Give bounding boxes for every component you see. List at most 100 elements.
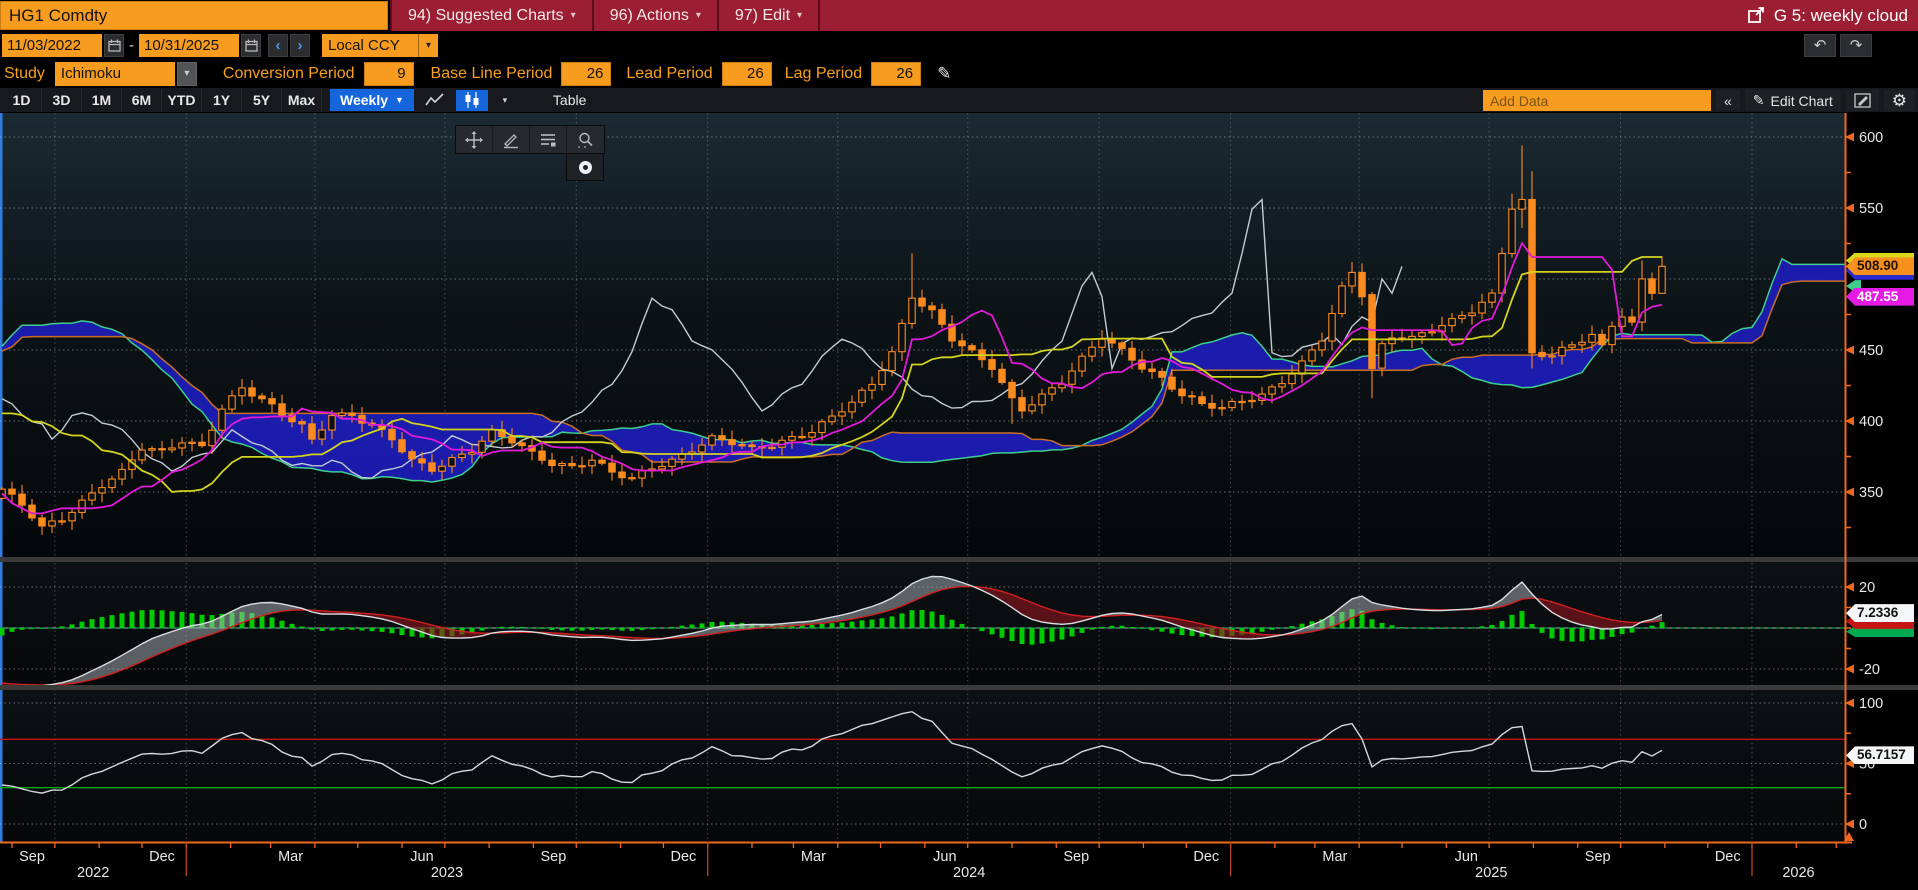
chevron-down-icon: ▼ bbox=[395, 95, 404, 105]
svg-text:Sep: Sep bbox=[19, 849, 45, 865]
menubar: 94) Suggested Charts ▾ 96) Actions ▾ 97)… bbox=[390, 0, 1918, 31]
conversion-line-tag: 487.55 bbox=[1846, 287, 1914, 306]
bloomberg-chart-window: 350 400 450 550 600 20 -20 100 50 0 Sep Dec Mar Jun Se… bbox=[0, 0, 1918, 890]
chevron-down-icon: ▾ bbox=[418, 33, 438, 57]
base-line-period-field[interactable]: 26 bbox=[561, 61, 612, 86]
svg-text:2023: 2023 bbox=[431, 865, 463, 881]
svg-text:Sep: Sep bbox=[541, 849, 567, 865]
tab-6m[interactable]: 6M bbox=[122, 89, 162, 111]
calendar-icon bbox=[107, 39, 121, 52]
date-separator: - bbox=[129, 36, 134, 54]
chevron-down-icon: ▾ bbox=[570, 10, 576, 21]
range-back-button[interactable]: ‹ bbox=[268, 33, 288, 57]
export-icon bbox=[1747, 7, 1764, 23]
lag-period-field[interactable]: 26 bbox=[871, 61, 922, 86]
chevron-down-icon: ▾ bbox=[176, 61, 197, 86]
undo-button[interactable]: ↶ bbox=[1804, 33, 1836, 57]
annotate-chart-button[interactable] bbox=[1845, 90, 1879, 111]
frequency-value: Weekly bbox=[340, 92, 388, 108]
news-annotations-button[interactable] bbox=[530, 126, 567, 153]
svg-text:Dec: Dec bbox=[1193, 849, 1219, 865]
collapse-panel-button[interactable]: « bbox=[1715, 90, 1740, 111]
conversion-period-field[interactable]: 9 bbox=[363, 61, 414, 86]
end-date-field[interactable] bbox=[139, 33, 239, 57]
last-price-tag: 508.90 bbox=[1846, 257, 1914, 276]
tab-3d[interactable]: 3D bbox=[42, 89, 82, 111]
lead-period-field[interactable]: 26 bbox=[721, 61, 772, 86]
price-chart: 35040045055060020-20100500Sep Dec Mar Jun Se… bbox=[0, 113, 1918, 881]
svg-text:Sep: Sep bbox=[1585, 849, 1611, 865]
chevron-down-icon: ▾ bbox=[797, 10, 803, 21]
chart-annotate-icon bbox=[1854, 93, 1871, 108]
study-label: Study bbox=[4, 64, 45, 82]
macd-value-tag: 7.2336 bbox=[1846, 604, 1914, 623]
svg-text:20: 20 bbox=[1859, 580, 1875, 596]
study-value: Ichimoku bbox=[54, 61, 175, 86]
tab-1d[interactable]: 1D bbox=[2, 89, 42, 111]
pencil-line-icon bbox=[504, 133, 518, 148]
tab-max[interactable]: Max bbox=[282, 89, 322, 111]
menu-label: 94) Suggested Charts bbox=[408, 6, 564, 24]
svg-text:0: 0 bbox=[1859, 817, 1867, 833]
menu-label: 96) Actions bbox=[609, 6, 689, 24]
tab-ytd[interactable]: YTD bbox=[162, 89, 202, 111]
end-calendar-button[interactable] bbox=[241, 33, 261, 57]
svg-text:450: 450 bbox=[1859, 343, 1883, 359]
chart-type-dropdown[interactable]: ▾ bbox=[492, 89, 517, 111]
svg-text:400: 400 bbox=[1859, 414, 1883, 430]
edit-chart-label: Edit Chart bbox=[1770, 92, 1833, 109]
candle-chart-type-button[interactable] bbox=[455, 89, 488, 111]
menu-suggested-charts[interactable]: 94) Suggested Charts ▾ bbox=[390, 0, 594, 31]
svg-text:Sep: Sep bbox=[1063, 849, 1089, 865]
svg-text:2024: 2024 bbox=[953, 865, 985, 881]
svg-text:-20: -20 bbox=[1859, 662, 1880, 678]
frequency-select[interactable]: Weekly ▼ bbox=[330, 89, 414, 111]
table-button[interactable]: Table bbox=[543, 89, 596, 111]
ring-icon bbox=[578, 160, 592, 174]
settings-button[interactable]: ⚙ bbox=[1883, 90, 1915, 111]
zoom-tool-button[interactable] bbox=[567, 126, 604, 153]
tab-1y[interactable]: 1Y bbox=[202, 89, 242, 111]
svg-text:Mar: Mar bbox=[801, 849, 826, 865]
menu-edit[interactable]: 97) Edit ▾ bbox=[719, 0, 821, 31]
svg-text:Jun: Jun bbox=[1455, 849, 1478, 865]
redo-button[interactable]: ↷ bbox=[1840, 33, 1872, 57]
add-data-input[interactable] bbox=[1482, 90, 1711, 111]
rsi-value-tag: 56.7157 bbox=[1846, 746, 1914, 765]
tab-5y[interactable]: 5Y bbox=[242, 89, 282, 111]
tab-1m[interactable]: 1M bbox=[82, 89, 122, 111]
currency-select[interactable]: Local CCY ▾ bbox=[310, 33, 438, 57]
range-forward-button[interactable]: › bbox=[290, 33, 310, 57]
svg-text:Mar: Mar bbox=[1322, 849, 1347, 865]
start-date-field[interactable] bbox=[2, 33, 102, 57]
pan-tool-button[interactable] bbox=[456, 126, 493, 153]
svg-text:Dec: Dec bbox=[149, 849, 175, 865]
saved-chart-link[interactable]: G 5: weekly cloud bbox=[1747, 0, 1918, 31]
edit-chart-button[interactable]: ✎ Edit Chart bbox=[1744, 90, 1841, 111]
ticker-input[interactable] bbox=[0, 1, 388, 30]
line-chart-icon bbox=[425, 93, 444, 106]
magnifier-icon bbox=[577, 132, 593, 148]
svg-text:600: 600 bbox=[1859, 130, 1883, 146]
list-icon bbox=[541, 133, 556, 146]
title-bar: 94) Suggested Charts ▾ 96) Actions ▾ 97)… bbox=[0, 0, 1918, 31]
svg-text:Jun: Jun bbox=[410, 849, 433, 865]
event-marker-button[interactable] bbox=[566, 153, 604, 181]
menu-actions[interactable]: 96) Actions ▾ bbox=[594, 0, 719, 31]
drawing-toolbar bbox=[455, 125, 605, 154]
line-chart-type-button[interactable] bbox=[418, 89, 451, 111]
undo-redo-group: ↶ ↷ bbox=[1804, 33, 1872, 57]
candlestick-icon bbox=[465, 92, 479, 108]
study-select[interactable]: Ichimoku ▾ bbox=[54, 61, 197, 86]
gear-icon: ⚙ bbox=[1891, 90, 1907, 110]
chevron-down-icon: ▾ bbox=[502, 94, 508, 105]
calendar-icon bbox=[244, 39, 258, 52]
menu-label: 97) Edit bbox=[734, 6, 791, 24]
edit-study-button[interactable]: ✎ bbox=[937, 64, 951, 84]
param-label: Lag Period bbox=[784, 64, 863, 82]
toolbar-right: « ✎ Edit Chart ⚙ bbox=[1482, 90, 1915, 111]
svg-text:2026: 2026 bbox=[1782, 865, 1814, 881]
start-calendar-button[interactable] bbox=[104, 33, 124, 57]
study-bar: Study Ichimoku ▾ Conversion Period 9 Bas… bbox=[0, 59, 1918, 88]
draw-tool-button[interactable] bbox=[493, 126, 530, 153]
